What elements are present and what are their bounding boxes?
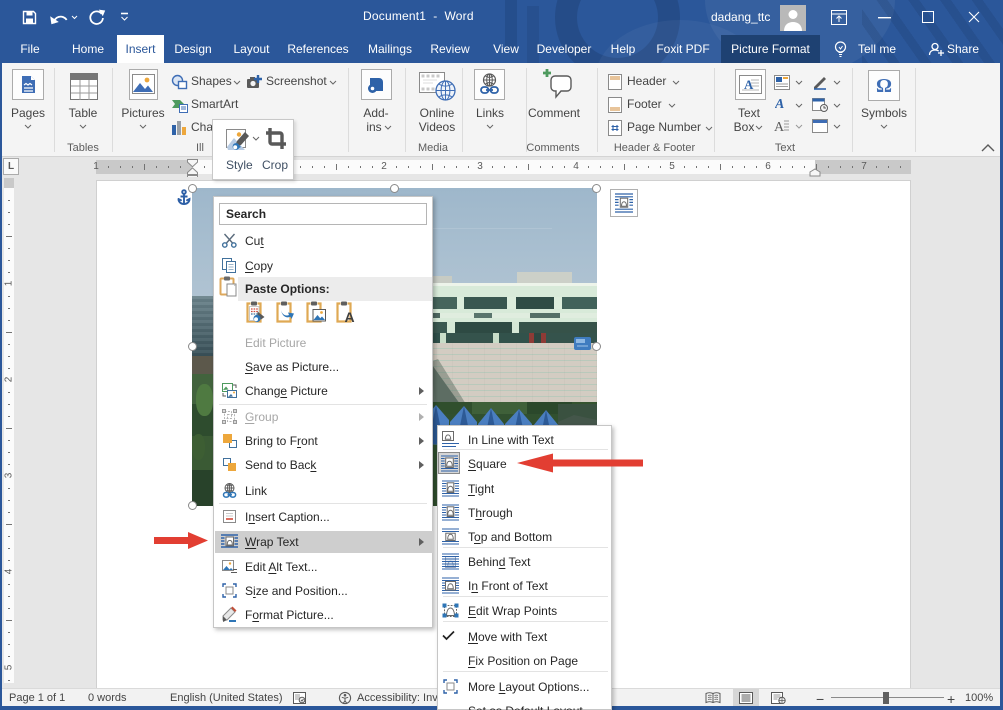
svg-text:Ω: Ω	[876, 75, 892, 97]
svg-text:A: A	[345, 309, 355, 324]
svg-text:A: A	[774, 120, 785, 133]
svg-text:A: A	[775, 97, 784, 110]
